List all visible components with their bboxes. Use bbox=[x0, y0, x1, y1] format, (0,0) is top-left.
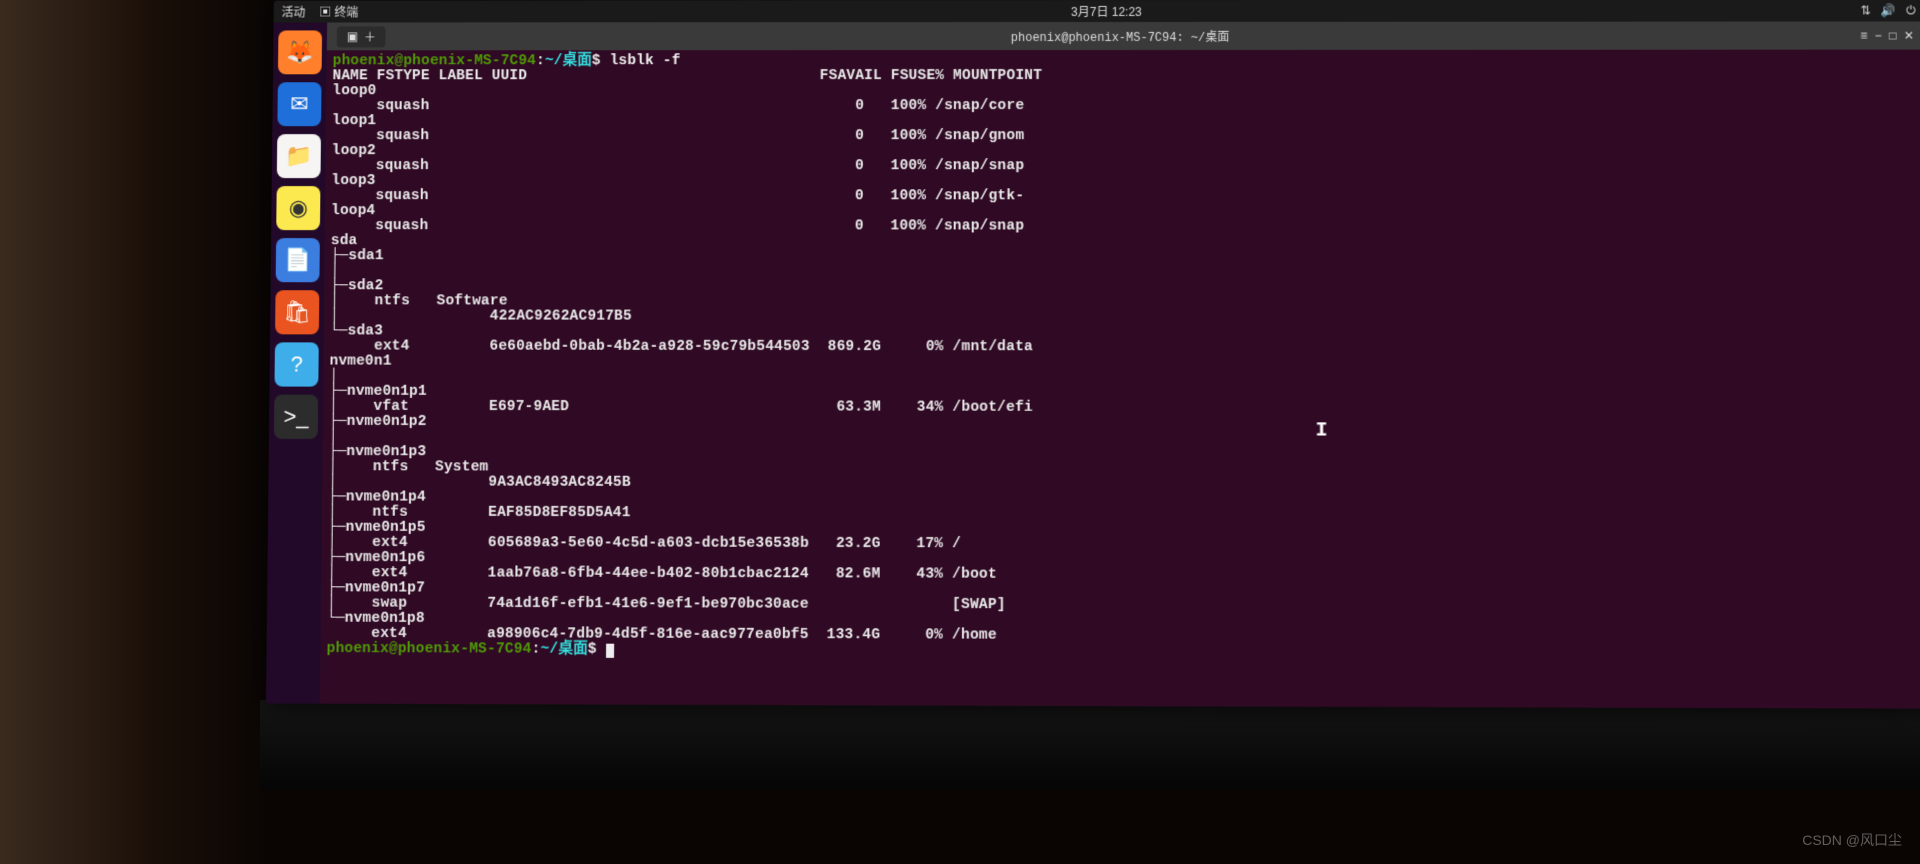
close-icon[interactable]: ✕ bbox=[1904, 29, 1914, 43]
terminal-titlebar[interactable]: ▣ ＋ phoenix@phoenix-MS-7C94: ~/桌面 ≡ − □ … bbox=[327, 21, 1920, 50]
dock-firefox[interactable]: 🦊 bbox=[278, 30, 322, 74]
dock-files[interactable]: 📁 bbox=[277, 134, 321, 178]
dock: 🦊 ✉ 📁 ◉ 📄 🛍? >_ bbox=[266, 22, 327, 703]
activities-button[interactable]: 活动 bbox=[282, 3, 306, 20]
new-tab-icon[interactable]: ＋ bbox=[364, 28, 376, 45]
window-controls: ≡ − □ ✕ bbox=[1860, 28, 1914, 43]
monitor-bezel bbox=[260, 700, 1920, 790]
app-menu[interactable]: ▣ 终端 bbox=[319, 3, 358, 20]
power-icon: ⏻ bbox=[1906, 3, 1916, 18]
dock-rhythmbox[interactable]: ◉ bbox=[276, 186, 320, 230]
clock[interactable]: 3月7日 12:23 bbox=[358, 2, 1860, 20]
gnome-topbar: 活动 ▣ 终端 3月7日 12:23 ⇅ 🔊 ⏻ bbox=[274, 0, 1920, 23]
dock-writer[interactable]: 📄 bbox=[276, 238, 320, 282]
screen: 活动 ▣ 终端 3月7日 12:23 ⇅ 🔊 ⏻ 🦊 ✉ 📁 ◉ 📄 🛍? >_ ▣ ＋ p… bbox=[266, 0, 1920, 709]
minimize-icon[interactable]: − bbox=[1875, 29, 1890, 43]
dock-help[interactable]: ? bbox=[274, 342, 318, 386]
maximize-icon[interactable]: □ bbox=[1889, 29, 1904, 43]
text-cursor-ibeam: I bbox=[1315, 419, 1327, 442]
status-area[interactable]: ⇅ 🔊 ⏻ bbox=[1861, 3, 1916, 18]
terminal-window: ▣ ＋ phoenix@phoenix-MS-7C94: ~/桌面 ≡ − □ … bbox=[320, 21, 1920, 708]
network-icon: ⇅ bbox=[1861, 3, 1871, 17]
terminal-tab-icon: ▣ bbox=[347, 29, 358, 44]
watermark: CSDN @风口尘 bbox=[1802, 830, 1902, 850]
volume-icon: 🔊 bbox=[1881, 3, 1896, 17]
dock-thunderbird[interactable]: ✉ bbox=[277, 82, 321, 126]
menu-icon[interactable]: ≡ bbox=[1860, 29, 1867, 43]
terminal-title: phoenix@phoenix-MS-7C94: ~/桌面 bbox=[1011, 27, 1230, 44]
terminal-body[interactable]: phoenix@phoenix-MS-7C94:~/桌面$ lsblk -f N… bbox=[320, 50, 1920, 666]
terminal-tab[interactable]: ▣ ＋ bbox=[337, 26, 386, 47]
dock-terminal[interactable]: >_ bbox=[274, 395, 318, 439]
dock-software[interactable]: 🛍 bbox=[275, 290, 319, 334]
